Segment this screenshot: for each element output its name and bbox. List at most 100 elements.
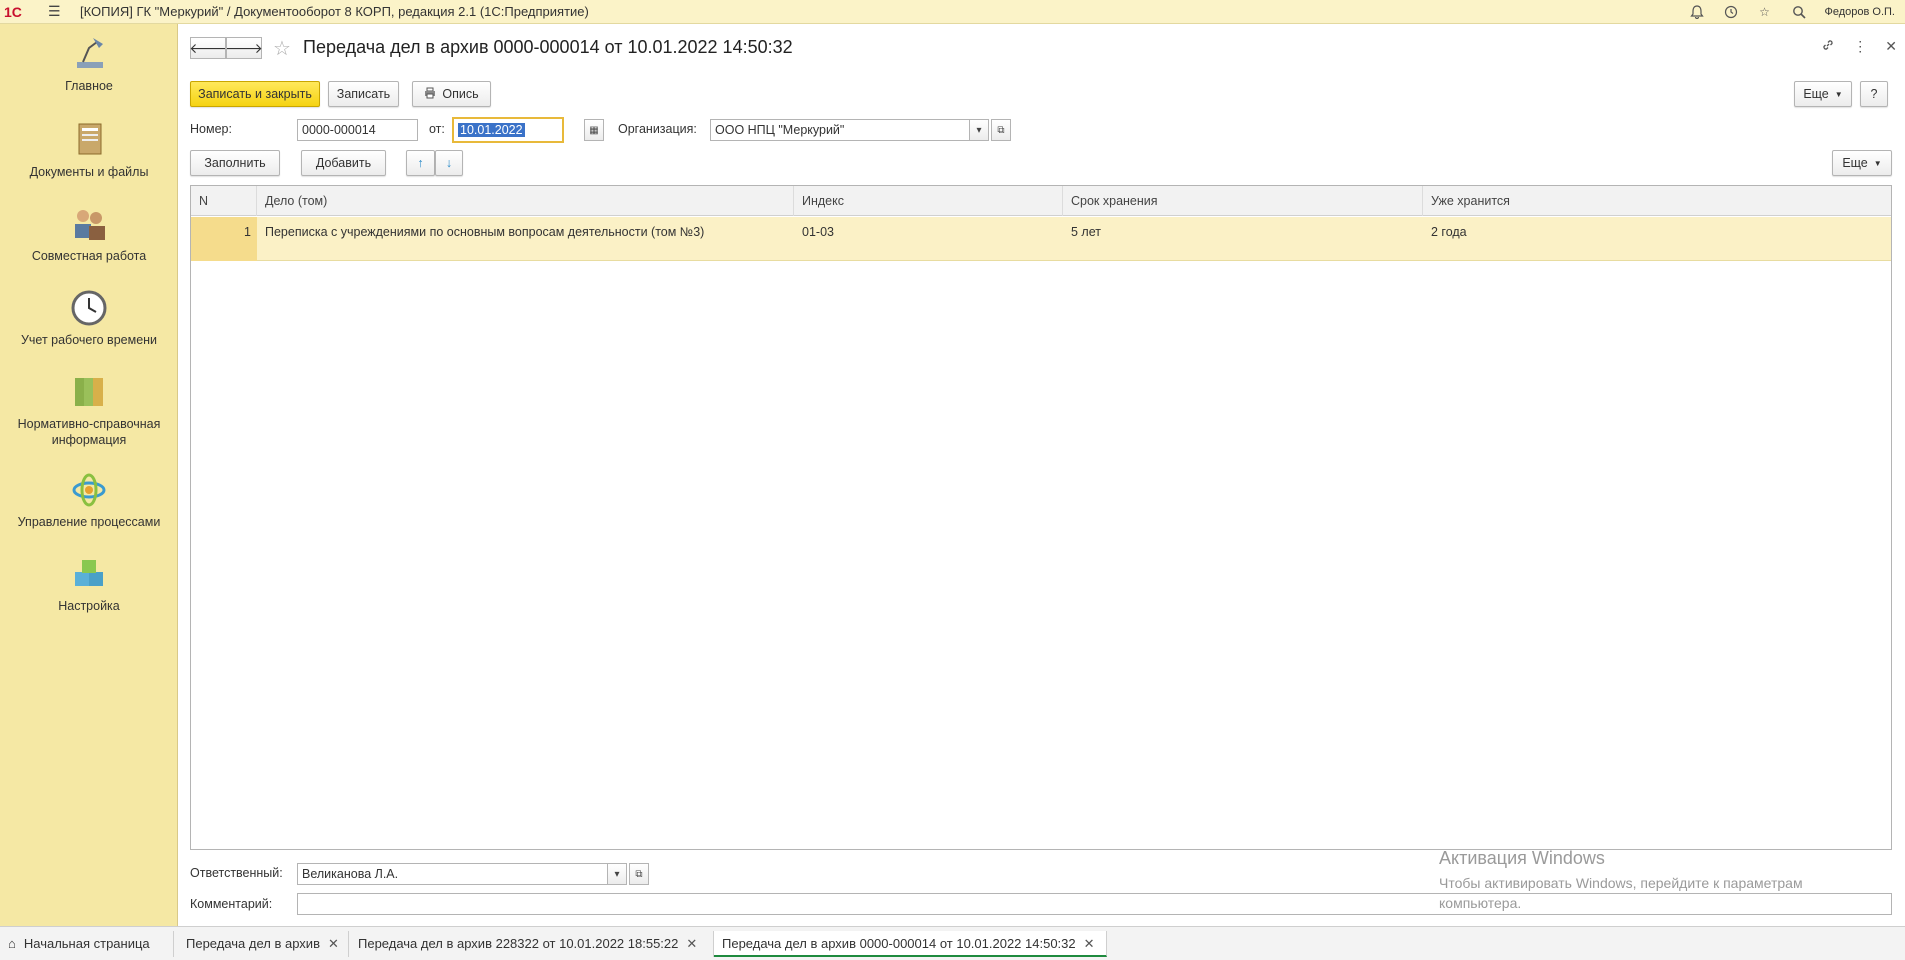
column-header-index[interactable]: Индекс	[794, 186, 1063, 216]
close-tab-icon[interactable]: ✕	[328, 936, 339, 951]
watermark-line: Чтобы активировать Windows, перейдите к …	[1439, 875, 1803, 891]
help-button[interactable]: ?	[1860, 81, 1888, 107]
sidebar-item-label: Настройка	[58, 599, 120, 613]
history-nav: 🡐 🡒	[189, 37, 263, 59]
tab-label: Начальная страница	[23, 936, 150, 951]
open-icon: ⧉	[635, 868, 643, 880]
calendar-button[interactable]: ▦	[584, 119, 604, 141]
tab-home[interactable]: ⌂ Начальная страница	[0, 931, 174, 957]
sidebar-item-label: Управление процессами	[17, 515, 161, 529]
open-icon: ⧉	[997, 124, 1005, 136]
tab-label: Передача дел в архив	[186, 936, 320, 951]
open-windows-bar: ⌂ Начальная страница Передача дел в архив…	[0, 926, 1905, 960]
processes-icon	[72, 473, 106, 507]
tab-archive-transfer-228322[interactable]: Передача дел в архив 228322 от 10.01.202…	[350, 931, 714, 957]
fill-button[interactable]: Заполнить	[190, 150, 280, 176]
sidebar-item-label: Нормативно-справочная информация	[17, 417, 161, 447]
back-button[interactable]: 🡐	[189, 37, 227, 59]
binders-icon	[75, 378, 103, 406]
responsible-dropdown-button[interactable]: ▾	[607, 863, 627, 885]
column-header-case[interactable]: Дело (том)	[257, 186, 794, 216]
favorites-star-icon[interactable]: ☆	[1757, 4, 1773, 20]
cases-table[interactable]: N Дело (том) Индекс Срок хранения Уже хр…	[190, 185, 1892, 850]
organization-label: Организация:	[618, 122, 697, 136]
tab-archive-transfer-0000-000014[interactable]: Передача дел в архив 0000-000014 от 10.0…	[714, 931, 1107, 957]
save-and-close-button[interactable]: Записать и закрыть	[190, 81, 320, 107]
forward-button[interactable]: 🡒	[225, 37, 263, 59]
save-button[interactable]: Записать	[328, 81, 399, 107]
history-icon[interactable]	[1723, 4, 1739, 20]
responsible-open-button[interactable]: ⧉	[629, 863, 649, 885]
sidebar-item-documents[interactable]: Документы и файлы	[0, 120, 178, 180]
table-more-button[interactable]: Еще ▼	[1832, 150, 1892, 176]
documents-icon	[78, 123, 102, 155]
tab-archive-transfer[interactable]: Передача дел в архив ✕	[178, 931, 349, 957]
move-down-button[interactable]: ↓	[435, 150, 463, 176]
watermark-line: компьютера.	[1439, 895, 1522, 911]
number-field[interactable]: 0000-000014	[297, 119, 418, 141]
sidebar: Главное Документы и файлы Совместная раб…	[0, 24, 178, 926]
sidebar-item-label: Учет рабочего времени	[20, 333, 158, 347]
responsible-label: Ответственный:	[190, 866, 283, 880]
responsible-field[interactable]: Великанова Л.А.	[297, 863, 608, 885]
app-title: [КОПИЯ] ГК "Меркурий" / Документооборот …	[80, 4, 589, 19]
bell-icon[interactable]	[1689, 4, 1705, 20]
page-title: Передача дел в архив 0000-000014 от 10.0…	[303, 37, 793, 57]
arrow-up-icon: ↑	[417, 156, 424, 170]
table-row[interactable]: 1 Переписка с учреждениями по основным в…	[191, 217, 1891, 261]
printer-icon	[424, 87, 436, 102]
current-user[interactable]: Федоров О.П.	[1825, 6, 1896, 18]
link-icon[interactable]	[1821, 38, 1835, 55]
sidebar-item-time-tracking[interactable]: Учет рабочего времени	[0, 288, 178, 348]
column-header-period[interactable]: Срок хранения	[1063, 186, 1423, 216]
table-header: N Дело (том) Индекс Срок хранения Уже хр…	[191, 186, 1891, 216]
organization-field[interactable]: ООО НПЦ "Меркурий"	[710, 119, 970, 141]
people-icon	[75, 210, 105, 240]
sidebar-item-label: Документы и файлы	[29, 165, 149, 179]
row-case: Переписка с учреждениями по основным воп…	[265, 225, 705, 239]
windows-activation-watermark: Активация Windows Чтобы активировать Win…	[1439, 848, 1803, 913]
form-window-controls: ⋮ ✕	[1821, 38, 1897, 55]
sidebar-item-main[interactable]: Главное	[0, 34, 178, 94]
add-button[interactable]: Добавить	[301, 150, 386, 176]
calendar-icon: ▦	[589, 124, 599, 136]
close-icon[interactable]: ✕	[1885, 38, 1897, 55]
more-vertical-icon[interactable]: ⋮	[1853, 38, 1867, 55]
arrow-left-icon: 🡐	[189, 39, 227, 56]
date-label: от:	[429, 122, 445, 136]
favorite-star-icon[interactable]: ☆	[273, 36, 291, 61]
arrow-down-icon: ↓	[445, 156, 453, 170]
tab-label: Передача дел в архив 228322 от 10.01.202…	[358, 936, 679, 951]
date-value: 10.01.2022	[458, 123, 525, 137]
sidebar-item-settings[interactable]: Настройка	[0, 554, 178, 614]
sidebar-item-label: Главное	[65, 79, 113, 93]
column-header-n[interactable]: N	[191, 186, 257, 216]
organization-dropdown-button[interactable]: ▾	[969, 119, 989, 141]
row-period: 5 лет	[1071, 225, 1101, 239]
home-icon: ⌂	[8, 936, 16, 951]
search-icon[interactable]	[1791, 4, 1807, 20]
inventory-button[interactable]: Опись	[412, 81, 491, 107]
move-up-button[interactable]: ↑	[406, 150, 435, 176]
more-button[interactable]: Еще ▼	[1794, 81, 1852, 107]
app-logo: 1С	[4, 3, 22, 20]
column-header-stored[interactable]: Уже хранится	[1423, 186, 1891, 216]
menu-icon[interactable]: ☰	[48, 3, 64, 20]
inventory-label: Опись	[442, 87, 479, 101]
close-tab-icon[interactable]: ✕	[686, 936, 697, 951]
close-tab-icon[interactable]: ✕	[1084, 936, 1095, 951]
organization-open-button[interactable]: ⧉	[991, 119, 1011, 141]
date-field[interactable]: 10.01.2022	[452, 117, 564, 143]
sidebar-item-reference[interactable]: Нормативно-справочная информация	[0, 372, 178, 448]
desk-lamp-icon	[77, 38, 103, 68]
watermark-title: Активация Windows	[1439, 848, 1605, 868]
caret-down-icon: ▼	[1873, 158, 1882, 168]
sidebar-item-processes[interactable]: Управление процессами	[0, 470, 178, 530]
sidebar-item-label: Совместная работа	[31, 249, 147, 263]
chevron-down-icon: ▾	[976, 124, 982, 136]
more-label: Еще	[1803, 87, 1829, 101]
comment-label: Комментарий:	[190, 897, 273, 911]
sidebar-item-collaboration[interactable]: Совместная работа	[0, 204, 178, 264]
chevron-down-icon: ▾	[614, 868, 620, 880]
clock-icon	[71, 290, 107, 326]
